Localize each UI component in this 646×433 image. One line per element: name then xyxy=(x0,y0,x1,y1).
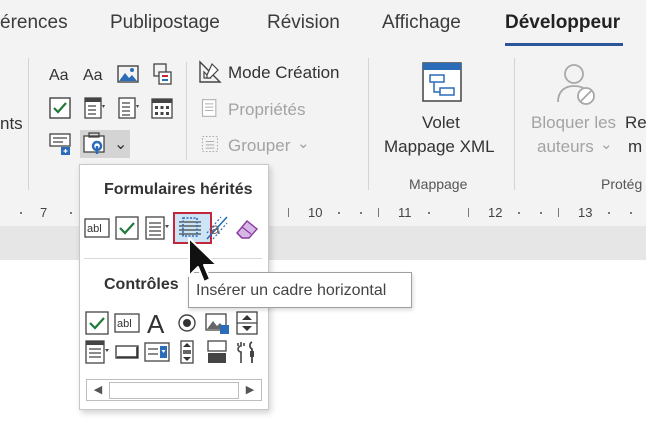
activex-option-button-icon[interactable] xyxy=(174,310,200,336)
grouper-button: Grouper xyxy=(228,136,291,155)
ruler-tick xyxy=(558,208,559,217)
legacy-checkbox-icon[interactable] xyxy=(114,215,140,241)
activex-toggle-button-icon[interactable] xyxy=(204,339,230,365)
ruler-number: 12 xyxy=(488,205,503,220)
block-authors-icon xyxy=(554,60,598,106)
tab-developpeur[interactable]: Développeur xyxy=(505,12,620,34)
legacy-forms-heading: Formulaires hérités xyxy=(104,181,253,198)
scroll-right-button[interactable]: ▶ xyxy=(239,380,261,400)
ruler-number: 13 xyxy=(578,205,593,220)
ruler-dot xyxy=(518,212,520,214)
ruler-dot xyxy=(338,212,340,214)
ruler-dot xyxy=(540,212,542,214)
ribbon-separator xyxy=(368,58,369,190)
tab-affichage[interactable]: Affichage xyxy=(382,12,461,34)
activex-spin-button-icon[interactable] xyxy=(234,310,260,336)
combo-box-control-icon[interactable] xyxy=(82,96,106,120)
rich-text-control-icon[interactable]: Aa xyxy=(48,62,72,86)
label-glyph: A xyxy=(147,310,165,336)
plain-text-control-icon[interactable]: Aa xyxy=(82,62,106,86)
tab-revision[interactable]: Révision xyxy=(267,12,340,34)
ruler-dot xyxy=(428,212,430,214)
mode-creation-button[interactable]: Mode Création xyxy=(228,63,340,83)
ruler-tick xyxy=(378,208,379,217)
bloquer-auteurs-arrow: ⌄ xyxy=(600,136,613,153)
legacy-dropdown-icon[interactable] xyxy=(144,215,170,241)
restrict-editing-label-2[interactable]: m xyxy=(628,137,642,157)
group-icon xyxy=(200,134,220,154)
ruler-number: 10 xyxy=(308,205,323,220)
text-box-label: abl xyxy=(117,318,132,330)
svg-text:Aa: Aa xyxy=(83,67,103,84)
ribbon-separator xyxy=(514,58,515,190)
legacy-text-field-icon[interactable]: abl xyxy=(84,215,110,241)
ruler-number: 11 xyxy=(398,205,412,220)
proteger-group-label: Protég xyxy=(601,176,643,192)
ribbon-separator xyxy=(186,62,187,160)
ruler-dot xyxy=(608,212,610,214)
proprietes-button: Propriétés xyxy=(228,100,306,119)
volet-mappage-label-2[interactable]: Mappage XML xyxy=(384,137,495,157)
ruler-dot xyxy=(20,212,22,214)
ribbon-tab-bar: érences Publipostage Révision Affichage … xyxy=(0,0,646,52)
scroll-left-button[interactable]: ◀ xyxy=(87,380,109,400)
ruler-dot xyxy=(630,212,632,214)
active-tab-indicator xyxy=(505,43,623,46)
activex-label-icon[interactable]: A xyxy=(144,310,170,336)
text-field-label: abl xyxy=(87,223,102,235)
activex-list-box-icon[interactable] xyxy=(84,339,110,365)
activex-image-icon[interactable] xyxy=(204,310,230,336)
restrict-editing-label-1[interactable]: Res xyxy=(625,113,646,133)
more-controls-tools-icon[interactable] xyxy=(234,339,260,365)
tooltip: Insérer un cadre horizontal xyxy=(188,272,412,308)
ruler-number: 7 xyxy=(40,205,48,220)
scroll-thumb[interactable] xyxy=(109,382,239,399)
grouper-dropdown-arrow: ⌄ xyxy=(297,135,310,152)
ruler-dot xyxy=(360,212,362,214)
tab-publipostage[interactable]: Publipostage xyxy=(110,12,220,34)
properties-icon xyxy=(200,98,220,118)
activex-text-box-icon[interactable]: abl xyxy=(114,310,140,336)
legacy-tools-dropdown-arrow: ⌄ xyxy=(114,136,128,153)
activex-checkbox-icon[interactable] xyxy=(84,310,110,336)
date-picker-control-icon[interactable] xyxy=(150,96,174,120)
repeating-section-control-icon[interactable] xyxy=(48,132,72,156)
ruler-tick xyxy=(468,208,469,217)
gallery-separator xyxy=(84,258,262,259)
dropdown-list-control-icon[interactable] xyxy=(116,96,140,120)
picture-control-icon[interactable] xyxy=(116,62,140,86)
building-block-control-icon[interactable] xyxy=(150,62,174,86)
volet-mappage-label-1[interactable]: Volet xyxy=(422,113,460,133)
controls-heading: Contrôles xyxy=(104,276,179,293)
ribbon-separator xyxy=(28,58,29,190)
ribbon-cut-label: nts xyxy=(0,114,23,133)
ruler-tick xyxy=(288,208,289,217)
bloquer-auteurs-label-2: auteurs xyxy=(537,137,594,156)
mappage-group-label: Mappage xyxy=(409,176,468,192)
bloquer-auteurs-label-1: Bloquer les xyxy=(531,113,617,132)
gallery-horizontal-scrollbar[interactable]: ◀ ▶ xyxy=(86,379,262,401)
mouse-pointer-icon xyxy=(186,236,220,286)
tab-references[interactable]: érences xyxy=(0,12,68,34)
activex-combo-box-icon[interactable] xyxy=(144,339,170,365)
activex-command-button-icon[interactable] xyxy=(114,339,140,365)
eraser-icon[interactable] xyxy=(234,215,260,241)
svg-text:Aa: Aa xyxy=(49,67,69,84)
ruler-dot xyxy=(70,212,72,214)
activex-scroll-bar-icon[interactable] xyxy=(174,339,200,365)
checkbox-control-icon[interactable] xyxy=(48,96,72,120)
xml-mapping-pane-icon[interactable] xyxy=(420,60,464,104)
design-mode-icon[interactable] xyxy=(198,60,222,84)
